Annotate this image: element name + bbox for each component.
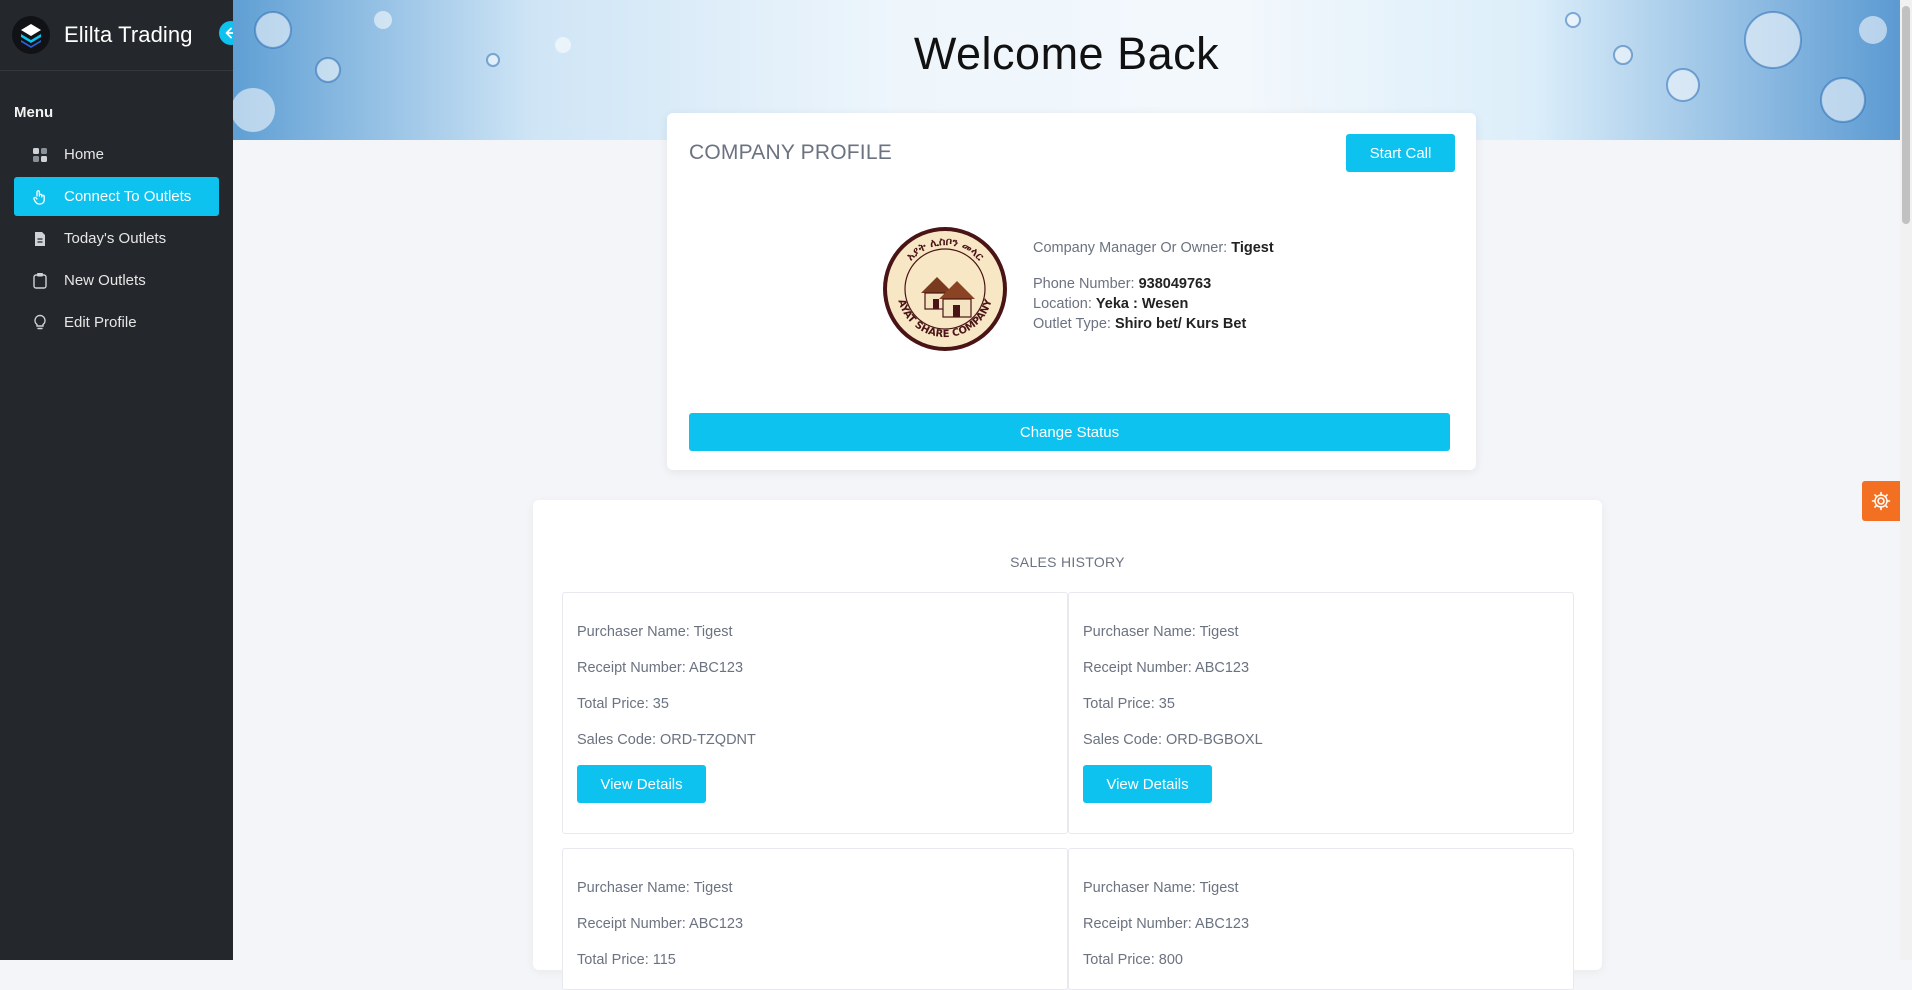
sales-code: Sales Code: ORD-BGBOXL — [1083, 732, 1263, 748]
sidebar: Elilta Trading Menu Home Connect To Outl… — [0, 0, 243, 960]
hand-icon — [30, 187, 50, 207]
company-profile-card: COMPANY PROFILE Start Call አያት ሊስቦን መላር — [667, 113, 1476, 470]
outlet-type-row: Outlet Type: Shiro bet/ Kurs Bet — [1033, 316, 1274, 332]
total-price: Total Price: 800 — [1083, 952, 1183, 968]
receipt-number: Receipt Number: ABC123 — [1083, 916, 1250, 932]
settings-button[interactable] — [1862, 481, 1900, 521]
sidebar-item-home[interactable]: Home — [14, 135, 219, 174]
total-price: Total Price: 35 — [577, 696, 669, 712]
purchaser-name: Purchaser Name: Tigest — [577, 880, 733, 896]
phone-label: Phone Number: — [1033, 276, 1135, 292]
scrollbar-thumb[interactable] — [1902, 6, 1910, 224]
menu-title: Menu — [14, 104, 54, 121]
phone-row: Phone Number: 938049763 — [1033, 276, 1274, 292]
sidebar-item-new-outlets[interactable]: New Outlets — [14, 261, 219, 300]
document-icon — [30, 229, 50, 249]
sidebar-item-label: Today's Outlets — [64, 230, 167, 247]
sidebar-item-label: New Outlets — [64, 272, 146, 289]
brand: Elilta Trading — [0, 0, 243, 71]
sale-record: Purchaser Name: Tigest Receipt Number: A… — [1068, 592, 1574, 834]
sale-record: Purchaser Name: Tigest Receipt Number: A… — [562, 592, 1068, 834]
sidebar-item-label: Edit Profile — [64, 314, 137, 331]
sidebar-item-label: Connect To Outlets — [64, 188, 192, 205]
sale-record: Purchaser Name: Tigest Receipt Number: A… — [562, 848, 1068, 990]
sidebar-item-connect-to-outlets[interactable]: Connect To Outlets — [14, 177, 219, 216]
change-status-button[interactable]: Change Status — [689, 413, 1450, 451]
sidebar-item-todays-outlets[interactable]: Today's Outlets — [14, 219, 219, 258]
company-logo: አያት ሊስቦን መላር AYAT SHARE COMPANY — [881, 225, 1009, 353]
receipt-number: Receipt Number: ABC123 — [577, 660, 744, 676]
start-call-button[interactable]: Start Call — [1346, 134, 1455, 172]
page-scrollbar[interactable] — [1900, 0, 1912, 960]
outlet-type-value: Shiro bet/ Kurs Bet — [1114, 316, 1247, 332]
purchaser-name: Purchaser Name: Tigest — [577, 624, 733, 640]
lightbulb-icon — [30, 313, 50, 333]
sales-code: Sales Code: ORD-TZQDNT — [577, 732, 756, 748]
company-info: Company Manager Or Owner: Tigest Phone N… — [1033, 240, 1274, 332]
company-profile-title: COMPANY PROFILE — [689, 141, 892, 164]
sidebar-item-label: Home — [64, 146, 105, 163]
total-price: Total Price: 35 — [1083, 696, 1175, 712]
outlet-type-label: Outlet Type: — [1033, 316, 1111, 332]
clipboard-icon — [30, 271, 50, 291]
manager-row: Company Manager Or Owner: Tigest — [1033, 240, 1274, 256]
purchaser-name: Purchaser Name: Tigest — [1083, 624, 1239, 640]
welcome-title: Welcome Back — [913, 28, 1220, 79]
receipt-number: Receipt Number: ABC123 — [1083, 660, 1250, 676]
main-content: Welcome Back COMPANY PROFILE Start Call — [233, 0, 1912, 990]
manager-value: Tigest — [1231, 240, 1274, 256]
sales-history-title: SALES HISTORY — [1010, 554, 1125, 570]
brand-name[interactable]: Elilta Trading — [64, 22, 193, 48]
manager-label: Company Manager Or Owner: — [1033, 240, 1228, 256]
sale-record: Purchaser Name: Tigest Receipt Number: A… — [1068, 848, 1574, 990]
total-price: Total Price: 115 — [577, 952, 676, 968]
phone-value: 938049763 — [1138, 276, 1212, 292]
location-label: Location: — [1033, 296, 1092, 312]
view-details-button[interactable]: View Details — [577, 765, 706, 803]
purchaser-name: Purchaser Name: Tigest — [1083, 880, 1239, 896]
location-value: Yeka : Wesen — [1095, 296, 1189, 312]
brand-logo-icon[interactable] — [12, 16, 50, 54]
receipt-number: Receipt Number: ABC123 — [577, 916, 744, 932]
sales-history-card: SALES HISTORY Purchaser Name: Tigest Rec… — [533, 500, 1602, 990]
view-details-button[interactable]: View Details — [1083, 765, 1212, 803]
sidebar-item-edit-profile[interactable]: Edit Profile — [14, 303, 219, 342]
grid-icon — [30, 145, 50, 165]
location-row: Location: Yeka : Wesen — [1033, 296, 1274, 312]
gear-icon — [1871, 491, 1891, 511]
